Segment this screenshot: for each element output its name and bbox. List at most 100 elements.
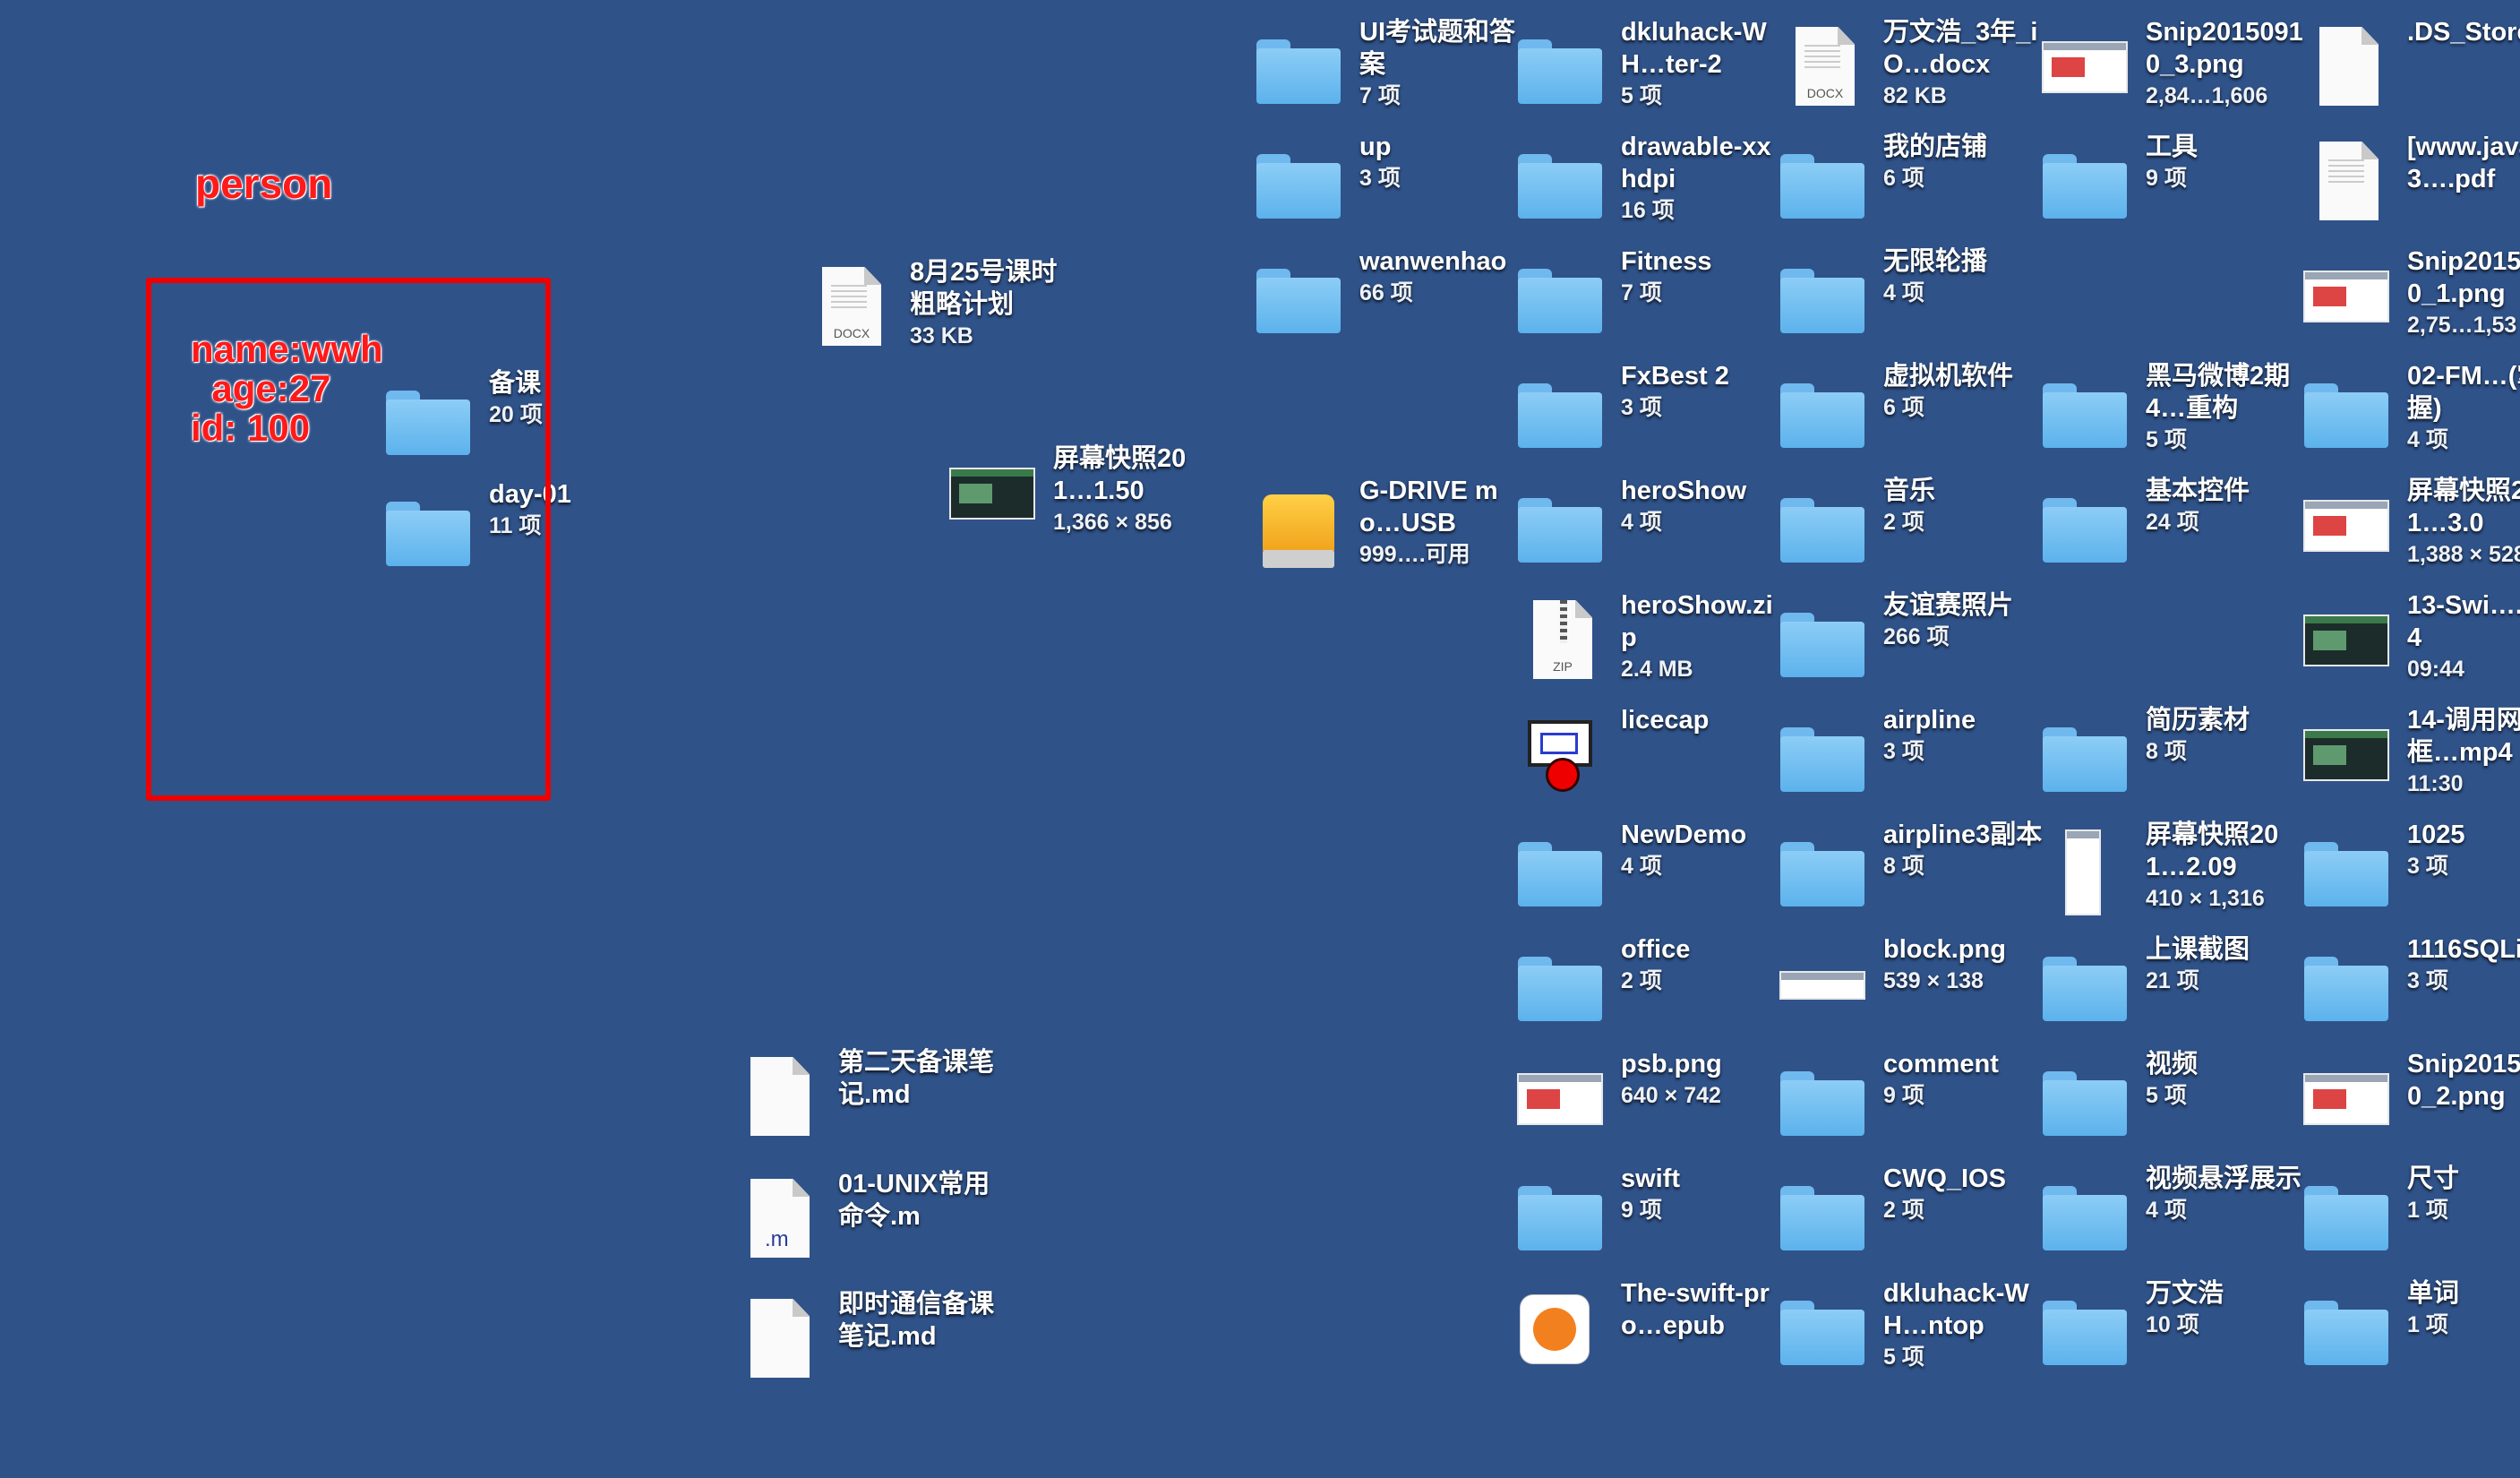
desktop-item-vm[interactable]: 虚拟机软件 6 项	[1778, 360, 2039, 459]
desktop-item-friendly-photos[interactable]: 友谊赛照片 266 项	[1778, 589, 2039, 688]
desktop-item-airpline[interactable]: airpline 3 项	[1778, 704, 2039, 803]
desktop-item-day2-md[interactable]: 第二天备课笔记.md	[733, 1046, 994, 1145]
folder-icon	[2040, 371, 2130, 450]
desktop-item-newdemo[interactable]: NewDemo 4 项	[1515, 819, 1777, 917]
desktop-item-wanwenhao[interactable]: wanwenhao 66 项	[1254, 245, 1515, 344]
item-label: drawable-xxhdpi 16 项	[1621, 131, 1780, 226]
desktop-item-snip-1[interactable]: Snip20150910_1.png 2,75…1,53	[2301, 245, 2520, 344]
item-name: 我的店铺	[1883, 133, 1988, 161]
desktop-item-words[interactable]: 单词 1 项	[2301, 1277, 2520, 1376]
desktop-item-video[interactable]: 视频 5 项	[2040, 1048, 2301, 1147]
desktop-item-fm02[interactable]: 02-FM…(掌握) 4 项	[2301, 360, 2520, 459]
item-subtitle: 2 项	[1883, 1198, 1924, 1223]
desktop-item-gdrive[interactable]: G-DRIVE mo…USB 999….可用	[1254, 475, 1515, 573]
item-subtitle: 4 项	[1621, 510, 1662, 535]
desktop-item-swift[interactable]: swift 9 项	[1515, 1163, 1777, 1261]
folder-icon	[2301, 829, 2391, 908]
desktop-item-resume[interactable]: 简历素材 8 项	[2040, 704, 2301, 803]
desktop-item-phonegap-pdf[interactable]: [www.java123….pdf	[2301, 131, 2520, 229]
desktop-item-screenshot-209[interactable]: 屏幕快照201…2.09 410 × 1,316	[2040, 819, 2301, 917]
item-name: 8月25号课时粗略计划	[910, 258, 1058, 319]
desktop-item-carousel[interactable]: 无限轮播 4 项	[1778, 245, 2039, 344]
desktop-item-ui-exam[interactable]: UI考试题和答案 7 项	[1254, 16, 1515, 115]
desktop-item-aug25[interactable]: DOCX 8月25号课时粗略计划 33 KB	[804, 256, 1066, 355]
desktop-item-up[interactable]: up 3 项	[1254, 131, 1515, 229]
desktop-item-ds-store[interactable]: .DS_Store	[2301, 16, 2520, 115]
ibooks-icon	[1515, 1288, 1605, 1367]
item-name: 13-Swi….mp4	[2407, 591, 2520, 652]
desktop-item-screenshot-150[interactable]: 屏幕快照201…1.50 1,366 × 856	[947, 443, 1209, 541]
desktop-item-dkluhack-ter2[interactable]: dkluhack-WH…ter-2 5 项	[1515, 16, 1777, 115]
folder-icon	[1254, 256, 1343, 335]
item-subtitle: 1,366 × 856	[1053, 510, 1172, 535]
item-subtitle: 2 项	[1621, 968, 1662, 993]
item-label: 14-调用网络框…mp4 11:30	[2407, 704, 2520, 799]
desktop-item-airpline3[interactable]: airpline3副本 8 项	[1778, 819, 2042, 917]
item-subtitle: 9 项	[1621, 1198, 1662, 1223]
desktop-item-unix-m[interactable]: .m 01-UNIX常用命令.m	[733, 1168, 994, 1267]
desktop-item-float-video[interactable]: 视频悬浮展示 4 项	[2040, 1163, 2301, 1261]
item-label: Fitness 7 项	[1621, 245, 1780, 308]
desktop-item-snip-2[interactable]: Snip20150910_2.png	[2301, 1048, 2520, 1147]
annotation-prop-age: age:27	[191, 367, 331, 409]
folder-icon	[1778, 256, 1867, 335]
desktop-item-fitness[interactable]: Fitness 7 项	[1515, 245, 1777, 344]
desktop-item-heroshow[interactable]: heroShow 4 项	[1515, 475, 1777, 573]
image-wide-icon	[1778, 944, 1867, 1023]
item-subtitle: 4 项	[2407, 427, 2448, 452]
folder-icon	[1778, 715, 1867, 794]
desktop-item-sql1116[interactable]: 1116SQLite 3 项	[2301, 933, 2520, 1032]
item-label: 视频悬浮展示 4 项	[2146, 1163, 2305, 1225]
desktop-item-swift-epub[interactable]: The-swift-pro…epub	[1515, 1277, 1777, 1376]
desktop-item-fxbest[interactable]: FxBest 2 3 项	[1515, 360, 1777, 459]
item-label: swift 9 项	[1621, 1163, 1780, 1225]
desktop-item-drawable[interactable]: drawable-xxhdpi 16 项	[1515, 131, 1777, 229]
item-subtitle: 266 项	[1883, 624, 1950, 649]
desktop-item-basic-controls[interactable]: 基本控件 24 项	[2040, 475, 2301, 573]
item-label: 工具 9 项	[2146, 131, 2305, 193]
desktop-item-f1025[interactable]: 1025 3 项	[2301, 819, 2520, 917]
item-subtitle: 5 项	[1621, 83, 1662, 108]
item-name: psb.png	[1621, 1050, 1722, 1078]
desktop-item-dkluhack-ntop[interactable]: dkluhack-WH…ntop 5 项	[1778, 1277, 2039, 1376]
desktop-item-net-mp4[interactable]: 14-调用网络框…mp4 11:30	[2301, 704, 2520, 803]
video-icon	[2301, 600, 2391, 679]
image-icon	[2301, 1059, 2391, 1138]
annotation-prop-id: id: 100	[191, 407, 311, 449]
desktop-item-class-shots[interactable]: 上课截图 21 项	[2040, 933, 2301, 1032]
item-name: drawable-xxhdpi	[1621, 133, 1771, 193]
desktop-item-swi-mp4[interactable]: 13-Swi….mp4 09:44	[2301, 589, 2520, 688]
desktop-item-music[interactable]: 音乐 2 项	[1778, 475, 2039, 573]
item-name: FxBest 2	[1621, 362, 1729, 391]
desktop-item-im-md[interactable]: 即时通信备课笔记.md	[733, 1288, 994, 1387]
desktop-item-heima-weibo[interactable]: 黑马微博2期4…重构 5 项	[2040, 360, 2301, 459]
desktop-item-snip-3[interactable]: Snip20150910_3.png 2,84…1,606	[2040, 16, 2303, 115]
desktop-item-screenshot-30[interactable]: 屏幕快照201…3.0 1,388 × 528	[2301, 475, 2520, 573]
desktop-item-tools[interactable]: 工具 9 项	[2040, 131, 2301, 229]
desktop-item-comment[interactable]: comment 9 项	[1778, 1048, 2039, 1147]
desktop-item-wanwenhao-folder[interactable]: 万文浩 10 项	[2040, 1277, 2301, 1376]
desktop-item-wanwenhao-docx[interactable]: DOCX 万文浩_3年_iO…docx 82 KB	[1778, 16, 2039, 115]
item-name: licecap	[1621, 706, 1710, 735]
desktop-item-licecap[interactable]: licecap	[1515, 704, 1777, 803]
item-label: 友谊赛照片 266 项	[1883, 589, 2043, 652]
desktop-item-my-shop[interactable]: 我的店铺 6 项	[1778, 131, 2039, 229]
desktop-item-office[interactable]: office 2 项	[1515, 933, 1777, 1032]
desktop-item-psb-png[interactable]: psb.png 640 × 742	[1515, 1048, 1777, 1147]
item-name: wanwenhao	[1359, 247, 1507, 276]
item-name: Snip20150910_1.png	[2407, 247, 2520, 308]
item-label: block.png 539 × 138	[1883, 933, 2043, 996]
item-name: CWQ_IOS	[1883, 1164, 2006, 1193]
item-name: NewDemo	[1621, 821, 1747, 849]
desktop-item-cwq[interactable]: CWQ_IOS 2 项	[1778, 1163, 2039, 1261]
item-name: 屏幕快照201…2.09	[2146, 821, 2279, 881]
desktop-item-block-png[interactable]: block.png 539 × 138	[1778, 933, 2039, 1032]
item-label: 1116SQLite 3 项	[2407, 933, 2520, 996]
item-name: 视频悬浮展示	[2146, 1164, 2302, 1193]
item-label: 8月25号课时粗略计划 33 KB	[910, 256, 1069, 351]
item-name: .DS_Store	[2407, 18, 2520, 47]
item-name: 虚拟机软件	[1883, 362, 2014, 391]
desktop-item-size[interactable]: 尺寸 1 项	[2301, 1163, 2520, 1261]
item-name: airpline3副本	[1883, 821, 2043, 849]
desktop-item-heroshow-zip[interactable]: ZIP heroShow.zip 2.4 MB	[1515, 589, 1777, 688]
